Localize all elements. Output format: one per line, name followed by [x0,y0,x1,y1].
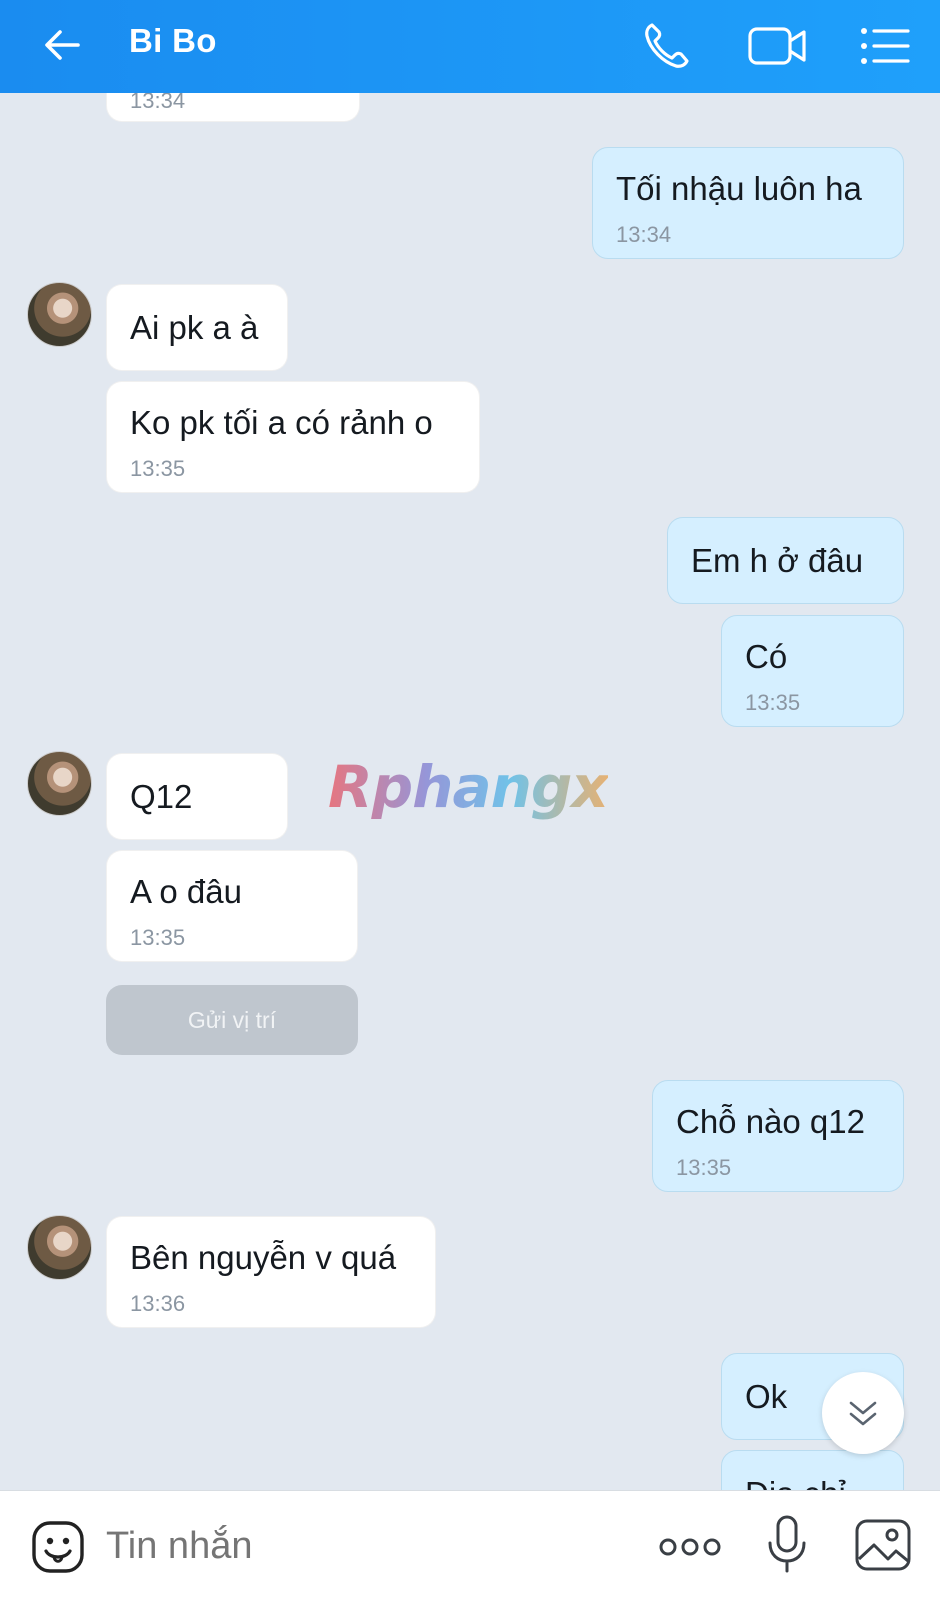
more-options-icon[interactable] [658,1527,722,1567]
scroll-to-bottom-button[interactable] [822,1372,904,1454]
message-bubble-outgoing[interactable]: Em h ở đâu [667,517,904,604]
message-text: Ai pk a à [130,309,259,346]
message-time: 13:34 [130,93,186,113]
message-text: Có [745,638,788,675]
message-bubble-outgoing[interactable]: Tối nhậu luôn ha 13:34 [592,147,904,259]
menu-list-icon[interactable] [856,17,914,75]
message-bubble-outgoing[interactable]: Có 13:35 [721,615,904,727]
double-chevron-down-icon [849,1401,877,1426]
message-composer [0,1490,940,1600]
contact-avatar[interactable] [27,282,92,347]
message-text: Tối nhậu luôn ha [616,170,862,207]
message-bubble-incoming[interactable]: 13:34 [106,93,360,122]
message-time: 13:35 [676,1155,732,1180]
message-text: Em h ở đâu [691,542,864,579]
message-text: Q12 [130,778,193,815]
contact-avatar[interactable] [27,1215,92,1280]
message-bubble-outgoing[interactable]: Chỗ nào q12 13:35 [652,1080,904,1192]
contact-avatar[interactable] [27,751,92,816]
message-bubble-incoming[interactable]: Bên nguyễn v quá 13:36 [106,1216,436,1328]
message-text: Ok [745,1378,788,1415]
video-call-icon[interactable] [746,17,812,75]
contact-name[interactable]: Bi Bo [129,22,217,60]
message-time: 13:35 [745,690,801,715]
message-bubble-incoming[interactable]: A o đâu 13:35 [106,850,358,962]
message-bubble-incoming[interactable]: Q12 [106,753,288,840]
message-text: Ko pk tối a có rảnh o [130,404,433,441]
message-text: Bên nguyễn v quá [130,1239,397,1276]
phone-icon[interactable] [638,17,696,75]
message-time: 13:36 [130,1291,186,1316]
chat-message-list[interactable]: 13:34 Tối nhậu luôn ha 13:34 Ai pk a à K… [0,93,940,1490]
message-time: 13:35 [130,925,186,950]
message-text: Địa chỉ [745,1475,846,1490]
message-text: Chỗ nào q12 [676,1103,865,1140]
message-time: 13:34 [616,222,672,247]
message-input[interactable] [106,1521,526,1571]
image-gallery-icon[interactable] [854,1515,912,1575]
message-text: A o đâu [130,873,242,910]
send-location-button[interactable]: Gửi vị trí [106,985,358,1055]
message-time: 13:35 [130,456,186,481]
message-bubble-incoming[interactable]: Ko pk tối a có rảnh o 13:35 [106,381,480,493]
watermark-logo: Rphangx [328,753,609,821]
chat-header: Bi Bo [0,0,940,93]
message-bubble-incoming[interactable]: Ai pk a à [106,284,288,371]
microphone-icon[interactable] [764,1513,810,1577]
emoji-sticker-icon[interactable] [30,1519,86,1575]
back-arrow-icon[interactable] [38,20,88,70]
message-bubble-outgoing[interactable]: Địa chỉ [721,1450,904,1490]
